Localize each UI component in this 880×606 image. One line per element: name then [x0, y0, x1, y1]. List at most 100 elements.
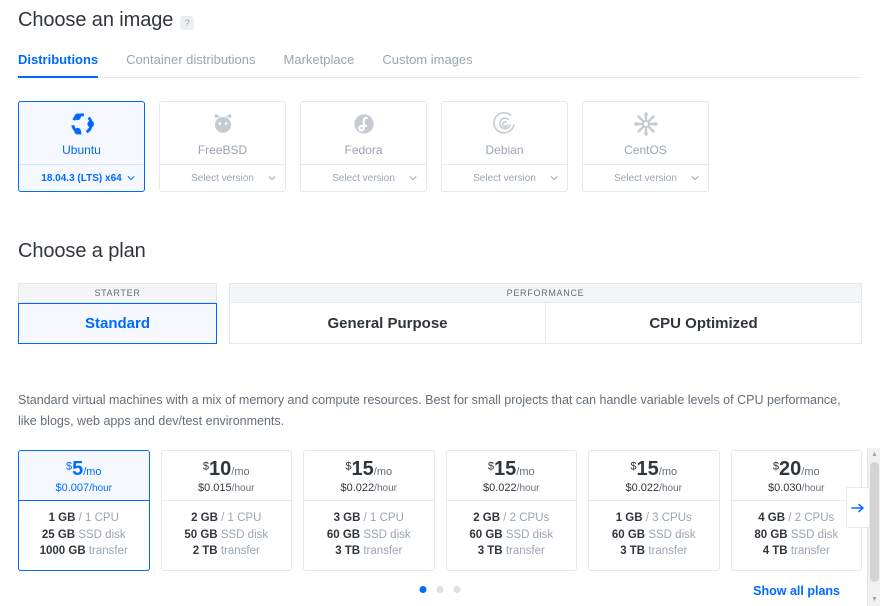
distro-version-select-fedora[interactable]: Select version	[301, 164, 426, 191]
plan-card-1[interactable]: $5/mo $0.007/hour 1 GB / 1 CPU 25 GB SSD…	[18, 450, 150, 571]
plan-card-2-hourly-unit: /hour	[232, 483, 255, 494]
plan-card-1-transfer: 1000 GB	[40, 545, 86, 557]
plan-card-5[interactable]: $15/mo $0.022/hour 1 GB / 3 CPUs 60 GB S…	[588, 450, 720, 571]
plan-tab-cpu-optimized[interactable]: CPU Optimized	[546, 303, 862, 344]
plan-card-6-period: /mo	[801, 466, 819, 478]
plan-group-performance-body: General Purpose CPU Optimized	[229, 303, 862, 344]
plan-card-5-hourly-price: $0.022	[626, 482, 660, 494]
distro-card-fedora-body: Fedora	[301, 102, 426, 164]
plan-card-3-transfer: 3 TB	[335, 545, 360, 557]
tab-marketplace[interactable]: Marketplace	[284, 52, 355, 77]
plan-card-3-spec-disk: 60 GB SSD disk	[304, 527, 434, 543]
plan-card-6[interactable]: $20/mo $0.030/hour 4 GB / 2 CPUs 80 GB S…	[731, 450, 863, 571]
tab-distributions[interactable]: Distributions	[18, 52, 98, 77]
distro-card-fedora[interactable]: Fedora Select version	[300, 101, 427, 192]
plan-card-2[interactable]: $10/mo $0.015/hour 2 GB / 1 CPU 50 GB SS…	[161, 450, 293, 571]
plan-carousel-next-button[interactable]	[846, 487, 870, 528]
image-tabs: Distributions Container distributions Ma…	[18, 52, 862, 78]
plan-card-4[interactable]: $15/mo $0.022/hour 2 GB / 2 CPUs 60 GB S…	[446, 450, 578, 571]
plan-card-1-disk: 25 GB	[42, 529, 75, 541]
plan-card-3-memory: 3 GB	[334, 512, 361, 524]
plan-card-4-amount: 15	[494, 458, 516, 480]
pagination-dot-3[interactable]	[454, 586, 461, 593]
plan-card-1-specs: 1 GB / 1 CPU 25 GB SSD disk 1000 GB tran…	[19, 500, 149, 570]
distro-card-freebsd-label: FreeBSD	[198, 143, 247, 157]
plan-card-2-transfer: 2 TB	[193, 545, 218, 557]
plan-card-1-amount: 5	[72, 458, 83, 480]
distro-card-centos-body: CentOS	[583, 102, 708, 164]
scrollbar-thumb[interactable]	[870, 462, 879, 582]
plan-card-5-transfer-label: transfer	[648, 545, 687, 557]
plan-tab-standard[interactable]: Standard	[18, 303, 217, 344]
distro-card-debian[interactable]: Debian Select version	[441, 101, 568, 192]
help-icon[interactable]: ?	[180, 16, 194, 30]
plan-carousel-footer: Show all plans	[18, 576, 862, 606]
plan-card-list: $5/mo $0.007/hour 1 GB / 1 CPU 25 GB SSD…	[18, 450, 862, 571]
distro-version-select-centos[interactable]: Select version	[583, 164, 708, 191]
plan-card-3-amount: 15	[352, 458, 374, 480]
ubuntu-logo	[68, 109, 96, 139]
plan-card-5-spec-memory: 1 GB / 3 CPUs	[589, 510, 719, 526]
plan-card-2-disk: 50 GB	[184, 529, 217, 541]
plan-tab-general-purpose[interactable]: General Purpose	[229, 303, 546, 344]
plan-card-2-specs: 2 GB / 1 CPU 50 GB SSD disk 2 TB transfe…	[162, 500, 292, 570]
distro-version-select-debian[interactable]: Select version	[442, 164, 567, 191]
plan-card-1-hourly-unit: /hour	[89, 483, 112, 494]
plan-card-6-disk-label: SSD disk	[791, 529, 838, 541]
distro-version-value-debian: Select version	[473, 173, 536, 184]
plan-card-1-transfer-label: transfer	[89, 545, 128, 557]
plan-card-4-period: /mo	[516, 466, 534, 478]
tab-custom-images[interactable]: Custom images	[382, 52, 472, 77]
freebsd-logo	[209, 109, 237, 139]
plan-card-4-spec-memory: 2 GB / 2 CPUs	[447, 510, 577, 526]
plan-card-3-spec-memory: 3 GB / 1 CPU	[304, 510, 434, 526]
plan-tab-groups: STARTER Standard PERFORMANCE General Pur…	[18, 283, 862, 344]
plan-card-3-price: $15/mo $0.022/hour	[304, 451, 434, 500]
plan-card-1-memory: 1 GB	[49, 512, 76, 524]
distro-card-ubuntu[interactable]: Ubuntu 18.04.3 (LTS) x64	[18, 101, 145, 192]
plan-card-4-price: $15/mo $0.022/hour	[447, 451, 577, 500]
scrollbar-up-button[interactable]: ▲	[868, 448, 880, 461]
distro-version-value-centos: Select version	[614, 173, 677, 184]
plan-card-1-cpu: / 1 CPU	[79, 512, 119, 524]
distro-version-select-ubuntu[interactable]: 18.04.3 (LTS) x64	[19, 164, 144, 191]
image-section-header: Choose an image ?	[18, 0, 862, 32]
plan-card-3-hourly: $0.022/hour	[341, 482, 397, 494]
plan-card-5-spec-transfer: 3 TB transfer	[589, 543, 719, 559]
chevron-down-icon	[691, 174, 699, 182]
pagination-dot-1[interactable]	[420, 586, 427, 593]
plan-card-6-hourly: $0.030/hour	[768, 482, 824, 494]
pagination-dot-2[interactable]	[437, 586, 444, 593]
plan-card-3-spec-transfer: 3 TB transfer	[304, 543, 434, 559]
distro-card-centos[interactable]: CentOS Select version	[582, 101, 709, 192]
plan-card-5-price: $15/mo $0.022/hour	[589, 451, 719, 500]
distro-card-freebsd-body: FreeBSD	[160, 102, 285, 164]
plan-card-6-spec-memory: 4 GB / 2 CPUs	[732, 510, 862, 526]
plan-group-starter-body: Standard	[18, 303, 217, 344]
plan-card-4-transfer: 3 TB	[478, 545, 503, 557]
plan-card-3-disk: 60 GB	[327, 529, 360, 541]
distro-card-centos-label: CentOS	[624, 143, 667, 157]
plan-card-4-hourly-unit: /hour	[517, 483, 540, 494]
plan-card-5-specs: 1 GB / 3 CPUs 60 GB SSD disk 3 TB transf…	[589, 500, 719, 570]
plan-card-6-spec-transfer: 4 TB transfer	[732, 543, 862, 559]
plan-card-4-monthly: $15/mo	[488, 458, 535, 481]
distro-card-freebsd[interactable]: FreeBSD Select version	[159, 101, 286, 192]
distro-card-debian-label: Debian	[485, 143, 523, 157]
plan-card-4-spec-disk: 60 GB SSD disk	[447, 527, 577, 543]
plan-card-3[interactable]: $15/mo $0.022/hour 3 GB / 1 CPU 60 GB SS…	[303, 450, 435, 571]
show-all-plans-link[interactable]: Show all plans	[753, 584, 840, 598]
plan-card-6-specs: 4 GB / 2 CPUs 80 GB SSD disk 4 TB transf…	[732, 500, 862, 570]
plan-card-3-monthly: $15/mo	[345, 458, 392, 481]
distro-version-select-freebsd[interactable]: Select version	[160, 164, 285, 191]
create-droplet-page: Choose an image ? Distributions Containe…	[0, 0, 880, 606]
plan-card-3-cpu: / 1 CPU	[364, 512, 404, 524]
distribution-list: Ubuntu 18.04.3 (LTS) x64 FreeBS	[18, 101, 862, 192]
scrollbar-down-button[interactable]: ▼	[868, 593, 880, 606]
plan-card-1-hourly-price: $0.007	[56, 482, 90, 494]
plan-card-2-monthly: $10/mo	[203, 458, 250, 481]
tab-container-distributions[interactable]: Container distributions	[126, 52, 255, 77]
distro-version-value-fedora: Select version	[332, 173, 395, 184]
plan-card-2-transfer-label: transfer	[221, 545, 260, 557]
debian-logo	[491, 109, 519, 139]
